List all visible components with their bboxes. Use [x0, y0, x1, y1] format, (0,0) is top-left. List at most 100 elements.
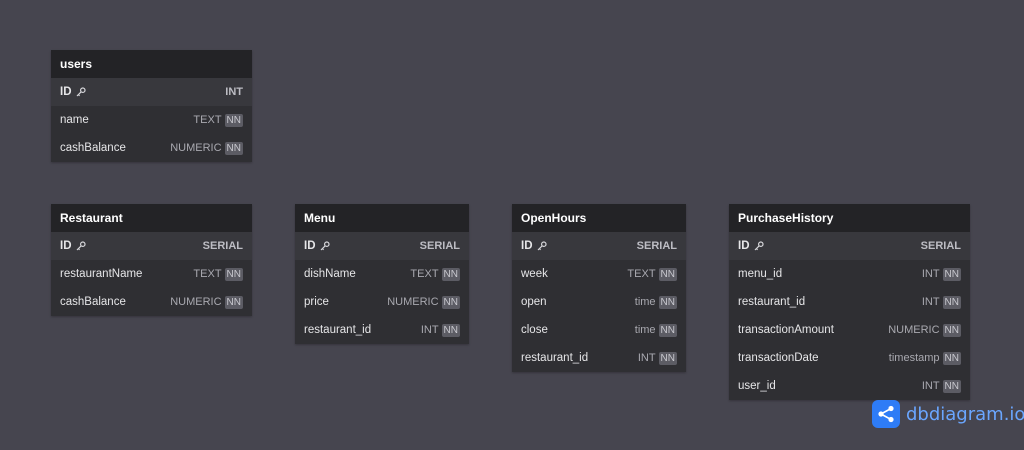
- key-icon: [76, 241, 86, 251]
- column-type: SERIAL: [921, 240, 961, 252]
- table-users[interactable]: users ID INT name TEXT NN cashBalance NUMERIC NN: [51, 50, 252, 162]
- table-row[interactable]: cashBalance NUMERIC NN: [51, 134, 252, 162]
- column-type: SERIAL: [637, 240, 677, 252]
- column-type-label: NUMERIC: [387, 296, 439, 308]
- column-type: NUMERIC NN: [888, 323, 961, 337]
- table-header[interactable]: OpenHours: [512, 204, 686, 232]
- column-name-label: open: [521, 296, 547, 308]
- column-type: TEXT NN: [410, 267, 460, 281]
- column-name: restaurantName: [60, 268, 142, 280]
- column-type-label: SERIAL: [920, 240, 961, 252]
- table-openhours[interactable]: OpenHours ID SERIAL week TEXT NN open time NN clo…: [512, 204, 686, 372]
- column-name-label: week: [521, 268, 548, 280]
- table-row[interactable]: transactionDate timestamp NN: [729, 344, 970, 372]
- column-name-label: restaurant_id: [738, 296, 806, 308]
- brand-watermark[interactable]: dbdiagram.io: [872, 400, 1024, 428]
- table-row[interactable]: ID SERIAL: [51, 232, 252, 260]
- column-name: transactionDate: [738, 352, 819, 364]
- table-restaurant[interactable]: Restaurant ID SERIAL restaurantName TEXT NN ca…: [51, 204, 252, 316]
- column-type: time NN: [635, 295, 677, 309]
- column-type-label: time: [634, 324, 656, 336]
- table-row[interactable]: ID INT: [51, 78, 252, 106]
- not-null-badge: NN: [441, 267, 460, 281]
- table-row[interactable]: ID SERIAL: [295, 232, 469, 260]
- table-purchasehistory[interactable]: PurchaseHistory ID SERIAL menu_id INT NN resta…: [729, 204, 970, 400]
- table-row[interactable]: restaurantName TEXT NN: [51, 260, 252, 288]
- column-name-label: ID: [521, 240, 533, 252]
- column-type: SERIAL: [203, 240, 243, 252]
- not-null-badge: NN: [224, 113, 243, 127]
- table-header[interactable]: users: [51, 50, 252, 78]
- column-name-label: user_id: [738, 380, 776, 392]
- column-type-label: TEXT: [193, 268, 222, 280]
- column-name-label: ID: [738, 240, 750, 252]
- column-name: ID: [738, 240, 764, 252]
- table-header[interactable]: PurchaseHistory: [729, 204, 970, 232]
- column-name: cashBalance: [60, 296, 126, 308]
- column-type-label: TEXT: [627, 268, 656, 280]
- not-null-badge: NN: [658, 267, 677, 281]
- column-type-label: TEXT: [410, 268, 439, 280]
- not-null-badge: NN: [942, 295, 961, 309]
- table-row[interactable]: dishName TEXT NN: [295, 260, 469, 288]
- column-name-label: transactionDate: [738, 352, 819, 364]
- column-name-label: price: [304, 296, 329, 308]
- column-name-label: ID: [304, 240, 316, 252]
- column-type: time NN: [634, 323, 677, 337]
- column-name: dishName: [304, 268, 356, 280]
- table-row[interactable]: restaurant_id INT NN: [729, 288, 970, 316]
- table-row[interactable]: user_id INT NN: [729, 372, 970, 400]
- table-row[interactable]: restaurant_id INT NN: [295, 316, 469, 344]
- column-name: restaurant_id: [304, 324, 371, 336]
- column-type-label: INT: [921, 296, 940, 308]
- table-row[interactable]: open time NN: [512, 288, 686, 316]
- table-row[interactable]: transactionAmount NUMERIC NN: [729, 316, 970, 344]
- table-row[interactable]: menu_id INT NN: [729, 260, 970, 288]
- table-row[interactable]: price NUMERIC NN: [295, 288, 469, 316]
- column-type: NUMERIC NN: [387, 295, 460, 309]
- table-row[interactable]: restaurant_id INT NN: [512, 344, 686, 372]
- table-header[interactable]: Menu: [295, 204, 469, 232]
- column-type: TEXT NN: [627, 267, 677, 281]
- not-null-badge: NN: [224, 295, 243, 309]
- table-header[interactable]: Restaurant: [51, 204, 252, 232]
- table-row[interactable]: cashBalance NUMERIC NN: [51, 288, 252, 316]
- table-row[interactable]: name TEXT NN: [51, 106, 252, 134]
- column-type-label: SERIAL: [202, 240, 243, 252]
- column-name-label: cashBalance: [60, 142, 126, 154]
- table-row[interactable]: week TEXT NN: [512, 260, 686, 288]
- column-type-label: INT: [420, 324, 439, 336]
- column-name-label: restaurantName: [60, 268, 143, 280]
- column-name-label: restaurant_id: [304, 324, 372, 336]
- key-icon: [537, 241, 547, 251]
- column-type: TEXT NN: [193, 113, 243, 127]
- not-null-badge: NN: [658, 323, 677, 337]
- column-type: INT NN: [921, 295, 961, 309]
- column-name: ID: [60, 86, 86, 98]
- table-menu[interactable]: Menu ID SERIAL dishName TEXT NN price NUMERIC NN…: [295, 204, 469, 344]
- brand-text: dbdiagram.io: [906, 403, 1024, 425]
- column-type-label: INT: [225, 86, 243, 98]
- table-row[interactable]: close time NN: [512, 316, 686, 344]
- table-row[interactable]: ID SERIAL: [512, 232, 686, 260]
- column-name-label: transactionAmount: [738, 324, 834, 336]
- column-type-label: NUMERIC: [170, 296, 222, 308]
- column-type: NUMERIC NN: [170, 295, 243, 309]
- key-icon: [320, 241, 330, 251]
- column-type: SERIAL: [420, 240, 460, 252]
- not-null-badge: NN: [942, 351, 961, 365]
- column-name-label: close: [521, 324, 548, 336]
- column-name: week: [521, 268, 548, 280]
- column-name-label: dishName: [304, 268, 356, 280]
- not-null-badge: NN: [658, 295, 677, 309]
- not-null-badge: NN: [942, 323, 961, 337]
- column-name: user_id: [738, 380, 776, 392]
- column-name: restaurant_id: [521, 352, 588, 364]
- column-name: name: [60, 114, 89, 126]
- column-type-label: INT: [921, 380, 940, 392]
- table-row[interactable]: ID SERIAL: [729, 232, 970, 260]
- not-null-badge: NN: [224, 141, 243, 155]
- column-name: menu_id: [738, 268, 782, 280]
- column-name: price: [304, 296, 329, 308]
- column-name-label: menu_id: [738, 268, 783, 280]
